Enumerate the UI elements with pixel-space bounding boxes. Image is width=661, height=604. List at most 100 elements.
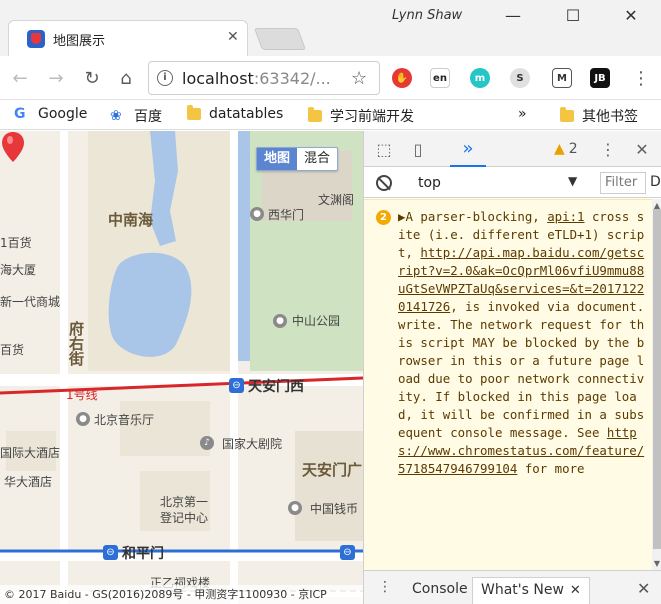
map-marker-icon[interactable]	[0, 131, 26, 163]
clear-console-icon[interactable]	[376, 175, 392, 191]
jetbrains-extension-icon[interactable]: JB	[590, 68, 610, 88]
drawer-menu-icon[interactable]: ⋮	[378, 579, 392, 595]
forward-button[interactable]: →	[44, 66, 68, 90]
m-box-extension-icon[interactable]: M	[552, 68, 572, 88]
map-label-left-5: 国际大酒店	[0, 446, 61, 460]
translate-extension-icon[interactable]: en	[430, 68, 450, 88]
console-filter-input[interactable]: Filter	[600, 172, 646, 194]
warning-icon: ▲	[554, 141, 565, 157]
devtools-close-icon[interactable]: ✕	[632, 139, 652, 159]
map-label-zhongnanhai: 中南海	[108, 211, 154, 229]
title-bar: 地图展示 ✕ Lynn Shaw — ☐ ✕	[0, 0, 661, 56]
map-canvas	[0, 131, 363, 604]
repeat-count-badge: 2	[376, 210, 391, 225]
info-icon[interactable]: i	[157, 70, 173, 86]
console-warning-message[interactable]: ▶A parser-blocking, api:1 cross site (i.…	[398, 208, 650, 478]
music-poi-icon: ♪	[200, 436, 214, 450]
drawer-tab-console[interactable]: Console	[404, 577, 476, 604]
bookmarks-overflow-button[interactable]: »	[518, 106, 527, 122]
minimize-button[interactable]: —	[483, 0, 543, 30]
bookmark-datatables[interactable]: datatables	[187, 105, 283, 122]
map-label-xihuamen: 西华门	[268, 208, 305, 222]
warning-counter[interactable]: ▲ 2	[554, 141, 578, 157]
adblock-extension-icon[interactable]: ✋	[392, 68, 412, 88]
more-panels-button[interactable]: »	[450, 131, 486, 167]
metro-icon: ⊖	[229, 378, 244, 393]
browser-tab[interactable]: 地图展示 ✕	[8, 20, 248, 56]
map-label-tiananmen: 天安门广	[302, 461, 363, 479]
folder-icon	[187, 105, 201, 120]
console-filter-bar: top ▼ Filter D	[364, 168, 661, 198]
console-scrollbar[interactable]: ▲ ▼	[652, 199, 661, 570]
drawer-tab-whats-new[interactable]: What's New ✕	[472, 577, 590, 604]
map-type-map-button[interactable]: 地图	[257, 148, 298, 170]
map-label-left-6: 华大酒店	[4, 475, 53, 489]
m-extension-icon[interactable]: m	[470, 68, 490, 88]
poi-icon: ●	[76, 412, 90, 426]
inspect-element-icon[interactable]: ⬚	[374, 139, 394, 159]
devtools-drawer: ⋮ Console What's New ✕ ✕	[364, 570, 661, 604]
context-selector[interactable]: top	[418, 175, 441, 191]
s-extension-icon[interactable]: S	[510, 68, 530, 88]
home-button[interactable]: ⌂	[114, 66, 138, 90]
map-label-beijing-no1: 北京第一	[160, 495, 209, 509]
profile-name[interactable]: Lynn Shaw	[392, 8, 462, 23]
poi-icon: ●	[288, 501, 302, 515]
baidu-map[interactable]: 中南海 ● 西华门 文渊阁 ● 中山公园 府右街 ⊖ 天安门西 1号线 ● 北京…	[0, 131, 363, 604]
tab-close-icon[interactable]: ✕	[227, 29, 239, 45]
map-label-left-2: 海大厦	[0, 263, 37, 277]
google-icon: G	[14, 106, 26, 122]
tab-title: 地图展示	[53, 34, 106, 49]
context-dropdown-icon[interactable]: ▼	[568, 174, 577, 188]
levels-dropdown[interactable]: D	[650, 174, 661, 190]
poi-icon: ●	[250, 207, 264, 221]
folder-icon	[560, 107, 574, 122]
map-label-hepingmen: 和平门	[122, 546, 164, 562]
bookmark-frontend[interactable]: 学习前端开发	[308, 106, 414, 126]
map-type-control: 地图 混合	[256, 147, 339, 171]
map-label-left-3: 新一代商城	[0, 295, 61, 309]
close-window-button[interactable]: ✕	[601, 0, 661, 30]
map-label-wenyuange: 文渊阁	[318, 193, 355, 207]
device-toolbar-icon[interactable]: ▯	[408, 139, 428, 159]
devtools-panel: ⬚ ▯ » ▲ 2 ⋮ ✕ top ▼ Filter D 2 ▶A parser…	[363, 131, 661, 604]
map-label-fuyoujie: 府右街	[67, 321, 85, 366]
scroll-thumb[interactable]	[653, 209, 661, 549]
new-tab-button[interactable]	[253, 28, 307, 50]
chrome-menu-icon[interactable]: ⋮	[629, 66, 653, 90]
map-label-concert-hall: 北京音乐厅	[94, 413, 155, 427]
map-label-left-1: 1百货	[0, 236, 32, 250]
metro-icon: ⊖	[103, 545, 118, 560]
map-label-line1: 1号线	[66, 388, 98, 402]
baidu-paw-icon: ❀	[110, 108, 122, 124]
bookmark-other[interactable]: 其他书签	[560, 106, 638, 126]
map-label-qianmen: 中国钱币	[310, 502, 359, 516]
metro-icon: ⊖	[340, 545, 355, 560]
bookmark-google[interactable]: G Google	[14, 106, 87, 122]
map-type-hybrid-button[interactable]: 混合	[297, 148, 337, 170]
bookmarks-bar: G Google ❀ 百度 datatables 学习前端开发 » 其他书签	[0, 100, 661, 130]
back-button[interactable]: ←	[8, 66, 32, 90]
browser-toolbar: ← → ↻ ⌂ i localhost:63342/... ☆ ✋ en m S…	[0, 56, 661, 100]
map-label-left-4: 百货	[0, 343, 25, 357]
drawer-close-icon[interactable]: ✕	[637, 579, 650, 598]
bookmark-baidu[interactable]: ❀ 百度	[110, 106, 162, 126]
map-copyright: © 2017 Baidu - GS(2016)2089号 - 甲测资字11009…	[0, 585, 363, 604]
map-label-theatre: 国家大剧院	[222, 437, 283, 451]
devtools-menu-icon[interactable]: ⋮	[598, 139, 618, 159]
source-link[interactable]: api:1	[547, 209, 584, 224]
favicon-icon	[27, 30, 45, 48]
address-bar[interactable]: i localhost:63342/... ☆	[148, 61, 380, 95]
map-label-zhongshan-park: 中山公园	[292, 314, 341, 328]
drawer-tab-close-icon[interactable]: ✕	[570, 583, 581, 598]
bookmark-star-icon[interactable]: ☆	[351, 68, 367, 89]
map-label-tiananmen-west: 天安门西	[248, 379, 304, 395]
poi-icon: ●	[273, 314, 287, 328]
folder-icon	[308, 107, 322, 122]
maximize-button[interactable]: ☐	[543, 0, 603, 30]
url-text[interactable]: localhost:63342/...	[182, 69, 331, 88]
console-messages[interactable]: 2 ▶A parser-blocking, api:1 cross site (…	[364, 199, 652, 570]
scroll-down-icon[interactable]: ▼	[652, 559, 661, 568]
reload-button[interactable]: ↻	[80, 66, 104, 90]
devtools-tabbar: ⬚ ▯ » ▲ 2 ⋮ ✕	[364, 131, 661, 167]
